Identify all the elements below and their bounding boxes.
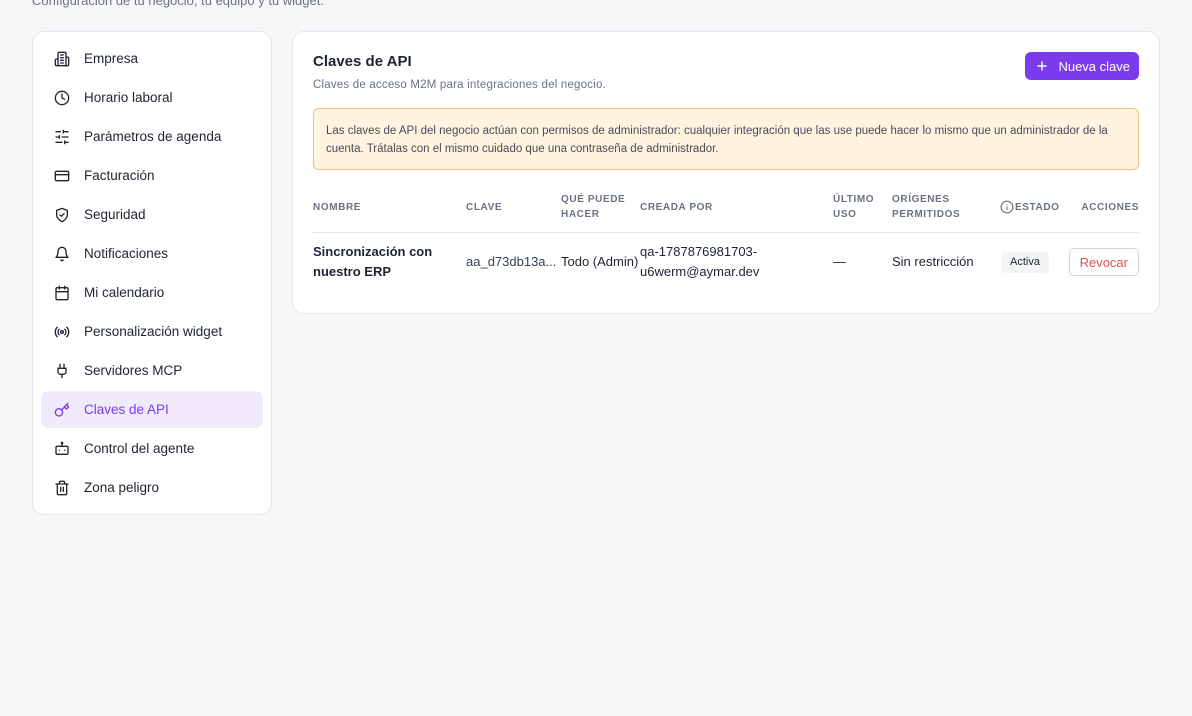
sidebar-item-label: Zona peligro xyxy=(84,480,160,495)
header-actions: Acciones xyxy=(1067,192,1139,233)
sidebar-item-calendario[interactable]: Mi calendario xyxy=(41,274,263,311)
api-keys-table: Nombre Clave Qué puede hacer Creada por … xyxy=(313,192,1139,291)
sidebar-item-label: Horario laboral xyxy=(84,90,173,105)
new-key-label: Nueva clave xyxy=(1058,58,1130,74)
row-what: Todo (Admin) xyxy=(561,254,639,269)
bot-icon xyxy=(53,440,71,458)
sidebar-item-label: Facturación xyxy=(84,168,155,183)
building-icon xyxy=(53,50,71,68)
shield-icon xyxy=(53,206,71,224)
sidebar-item-mcp[interactable]: Servidores MCP xyxy=(41,352,263,389)
plus-icon xyxy=(1035,59,1049,73)
sidebar-item-label: Empresa xyxy=(84,51,139,66)
header-origins: Orígenes permitidos xyxy=(892,192,1001,233)
new-key-button[interactable]: Nueva clave xyxy=(1025,52,1139,80)
key-icon xyxy=(53,401,71,419)
panel-description: Claves de acceso M2M para integraciones … xyxy=(313,79,606,91)
sidebar-item-widget[interactable]: Personalización widget xyxy=(41,313,263,350)
sidebar-item-zona-peligro[interactable]: Zona peligro xyxy=(41,469,263,506)
plug-icon xyxy=(53,362,71,380)
row-name: Sincronización con nuestro ERP xyxy=(313,244,433,279)
info-icon[interactable] xyxy=(1000,200,1014,214)
sidebar-item-label: Personalización widget xyxy=(84,324,223,339)
sidebar-item-agente[interactable]: Control del agente xyxy=(41,430,263,467)
page-subtitle: Configuración de tu negocio, tu equipo y… xyxy=(32,0,324,8)
clock-icon xyxy=(53,89,71,107)
header-what: Qué puede hacer xyxy=(561,192,640,233)
sidebar-item-label: Control del agente xyxy=(84,441,195,456)
row-created: qa-1787876981703-u6werm@aymar.dev xyxy=(640,244,760,279)
settings-sidebar: Empresa Horario laboral Parámetros de ag… xyxy=(32,31,272,515)
header-status-cell: Estado xyxy=(1000,192,1067,233)
sidebar-item-seguridad[interactable]: Seguridad xyxy=(41,196,263,233)
row-key: aa_d73db13a... xyxy=(466,254,557,269)
row-last-use: — xyxy=(833,254,846,269)
row-origins: Sin restricción xyxy=(892,254,974,269)
admin-permissions-warning: Las claves de API del negocio actúan con… xyxy=(313,108,1139,170)
sidebar-item-parametros[interactable]: Parámetros de agenda xyxy=(41,118,263,155)
sidebar-item-facturacion[interactable]: Facturación xyxy=(41,157,263,194)
credit-card-icon xyxy=(53,167,71,185)
sliders-icon xyxy=(53,128,71,146)
table-row: Sincronización con nuestro ERP aa_d73db1… xyxy=(313,233,1139,292)
table-header-row: Nombre Clave Qué puede hacer Creada por … xyxy=(313,192,1139,233)
sidebar-item-label: Parámetros de agenda xyxy=(84,129,222,144)
sidebar-item-label: Servidores MCP xyxy=(84,363,183,378)
header-key: Clave xyxy=(466,192,561,233)
api-keys-panel: Claves de API Claves de acceso M2M para … xyxy=(292,31,1160,314)
header-status: Estado xyxy=(1015,201,1060,213)
trash-icon xyxy=(53,479,71,497)
header-last-use: Último uso xyxy=(833,192,892,233)
sidebar-item-label: Notificaciones xyxy=(84,246,169,261)
sidebar-item-empresa[interactable]: Empresa xyxy=(41,40,263,77)
header-created: Creada por xyxy=(640,192,833,233)
status-badge: Activa xyxy=(1001,252,1049,273)
sidebar-item-label: Seguridad xyxy=(84,207,146,222)
sidebar-item-notificaciones[interactable]: Notificaciones xyxy=(41,235,263,272)
panel-title: Claves de API xyxy=(313,53,412,70)
bell-icon xyxy=(53,245,71,263)
sidebar-item-claves-api[interactable]: Claves de API xyxy=(41,391,263,428)
broadcast-icon xyxy=(53,323,71,341)
sidebar-item-horario[interactable]: Horario laboral xyxy=(41,79,263,116)
header-name: Nombre xyxy=(313,192,466,233)
sidebar-item-label: Mi calendario xyxy=(84,285,165,300)
row-actions-cell: Revocar xyxy=(1067,233,1139,292)
sidebar-item-label: Claves de API xyxy=(84,402,169,417)
revoke-button[interactable]: Revocar xyxy=(1068,248,1139,276)
calendar-icon xyxy=(53,284,71,302)
row-status-cell: Activa xyxy=(1001,233,1067,292)
